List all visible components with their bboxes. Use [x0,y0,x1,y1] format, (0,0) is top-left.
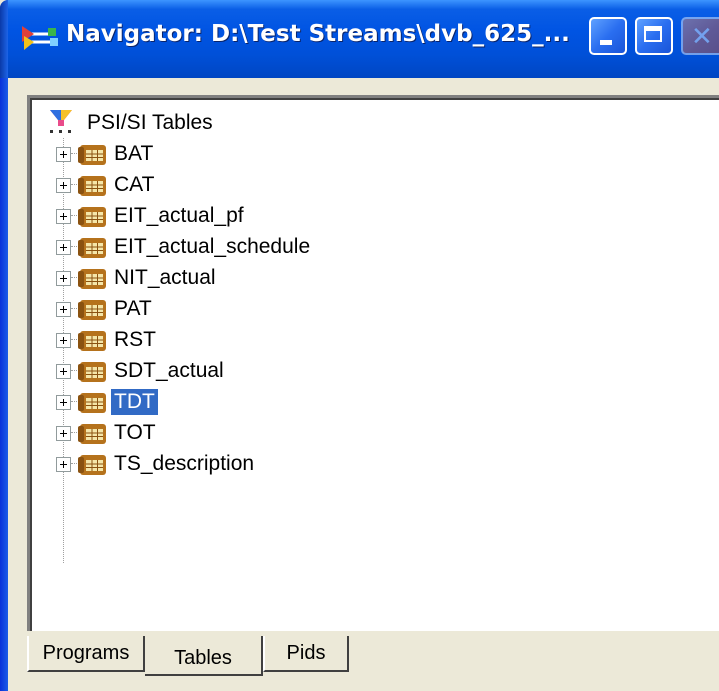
maximize-button[interactable] [635,17,673,55]
expand-icon[interactable] [56,239,71,255]
tree-item-rst[interactable]: RST [56,326,159,354]
tree-item-tot[interactable]: TOT [56,419,159,447]
window-title: Navigator: D:\Test Streams\dvb_625_... [66,21,570,47]
expand-icon[interactable] [56,301,71,317]
expand-icon[interactable] [56,177,71,193]
table-icon [77,328,107,352]
expand-icon[interactable] [56,146,71,162]
window-left-border [0,78,8,691]
expand-icon[interactable] [56,425,71,441]
tree-item-label: EIT_actual_schedule [114,235,311,258]
table-icon [77,173,107,197]
tree-item-label: TOT [114,421,156,444]
table-icon [77,235,107,259]
tab-programs[interactable]: Programs [27,636,145,672]
maximize-icon [644,26,662,42]
tab-tables[interactable]: Tables [145,636,263,676]
tab-pids[interactable]: Pids [263,636,349,672]
tree-item-nit-actual[interactable]: NIT_actual [56,264,219,292]
expand-icon[interactable] [56,332,71,348]
navigator-window: Navigator: D:\Test Streams\dvb_625_... ✕ [0,0,719,691]
tree-item-sdt-actual[interactable]: SDT_actual [56,357,227,385]
table-icon [77,142,107,166]
tree-item-pat[interactable]: PAT [56,295,155,323]
tree-item-eit-actual-pf[interactable]: EIT_actual_pf [56,202,247,230]
minimize-button[interactable] [589,17,627,55]
table-icon [77,266,107,290]
navigator-app-icon[interactable] [22,22,62,56]
title-bar-edge [0,0,8,78]
tree-item-label: EIT_actual_pf [114,204,244,227]
tree-root-psi-si-tables[interactable]: PSI/SI Tables [48,108,216,138]
tree-item-label: CAT [114,173,155,196]
table-icon [77,452,107,476]
expand-icon[interactable] [56,363,71,379]
expand-icon[interactable] [56,270,71,286]
table-icon [77,421,107,445]
tree-item-tdt[interactable]: TDT [56,388,159,416]
tree-item-label: PAT [114,297,152,320]
tree-item-label: SDT_actual [114,359,224,382]
table-icon [77,204,107,228]
tree-item-label: TS_description [114,452,255,475]
tree-item-label-selected: TDT [110,388,159,416]
tree-item-label: RST [114,328,156,351]
table-icon [77,390,107,414]
psi-si-tables-icon [48,108,74,138]
tree-item-ts-description[interactable]: TS_description [56,450,257,478]
expand-icon[interactable] [56,208,71,224]
tables-tree-view[interactable]: PSI/SI Tables BAT CAT EIT_actual_pf EIT_… [27,95,719,631]
tree-item-label: BAT [114,142,154,165]
tree-item-cat[interactable]: CAT [56,171,157,199]
expand-icon[interactable] [56,394,71,410]
close-button[interactable]: ✕ [681,17,719,55]
tree-item-label: NIT_actual [114,266,216,289]
close-icon: ✕ [691,22,713,52]
table-icon [77,297,107,321]
tree-item-eit-actual-schedule[interactable]: EIT_actual_schedule [56,233,313,261]
tree-item-bat[interactable]: BAT [56,140,156,168]
tree-root-label: PSI/SI Tables [87,111,213,134]
title-bar[interactable]: Navigator: D:\Test Streams\dvb_625_... ✕ [0,0,719,78]
table-icon [77,359,107,383]
expand-icon[interactable] [56,456,71,472]
minimize-icon [600,40,612,45]
